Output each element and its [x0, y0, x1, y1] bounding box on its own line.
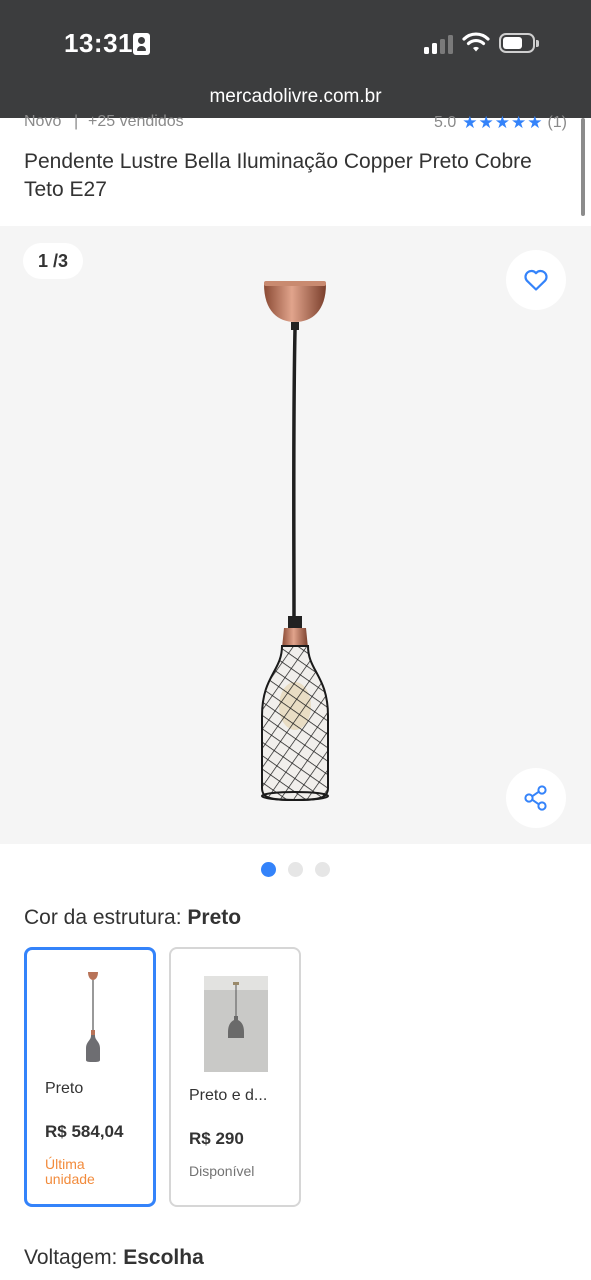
wifi-icon	[462, 31, 490, 58]
variant-thumbnail	[86, 972, 100, 1062]
rating-value: 5.0	[433, 114, 457, 131]
address-bar-url[interactable]: mercadolivre.com.br	[0, 86, 591, 108]
battery-icon	[499, 33, 539, 53]
favorite-button[interactable]	[506, 250, 566, 310]
product-image-gallery[interactable]: 1 /3	[0, 226, 591, 844]
product-condition: Novo	[24, 113, 62, 130]
pagination-dot-3[interactable]	[315, 862, 330, 877]
rating-count: (1)	[547, 114, 567, 131]
color-selector-label: Cor da estrutura: Preto	[24, 906, 241, 930]
sold-count: +25 vendidos	[88, 113, 184, 130]
variant-price: R$ 584,04	[45, 1122, 124, 1141]
color-selected-value: Preto	[187, 906, 242, 929]
variant-card-preto[interactable]: Preto R$ 584,04 Última unidade	[24, 947, 156, 1207]
status-time: 13:31	[64, 28, 133, 58]
browser-status-bar: 13:31 mercadolivre.com.br	[0, 0, 591, 118]
voltage-label-text: Voltagem:	[24, 1246, 124, 1269]
contact-card-icon	[133, 33, 150, 55]
image-counter: 1 /3	[23, 243, 83, 279]
cellular-signal-icon	[424, 34, 454, 54]
variant-name: Preto e d...	[189, 1087, 268, 1104]
variant-price: R$ 290	[189, 1129, 244, 1148]
share-button[interactable]	[506, 768, 566, 828]
variant-thumbnail	[204, 976, 268, 1072]
product-meta-row: Novo | +25 vendidos 5.0 ★★★★★ (1)	[24, 113, 567, 135]
voltage-selector-label: Voltagem: Escolha	[24, 1246, 204, 1270]
rating-stars-icon: ★★★★★	[462, 113, 544, 132]
variant-stock-status: Disponível	[189, 1163, 255, 1179]
variant-name: Preto	[45, 1080, 84, 1097]
variant-stock-status: Última unidade	[45, 1156, 95, 1187]
gallery-pagination	[0, 862, 591, 878]
meta-separator: |	[74, 113, 79, 130]
product-rating[interactable]: 5.0 ★★★★★ (1)	[434, 113, 567, 133]
variant-card-preto-e-dourado[interactable]: Preto e d... R$ 290 Disponível	[169, 947, 301, 1207]
voltage-selected-value: Escolha	[123, 1246, 204, 1269]
page-scrollbar[interactable]	[581, 118, 585, 216]
pagination-dot-1[interactable]	[261, 862, 276, 877]
color-label-text: Cor da estrutura:	[24, 906, 188, 929]
share-icon	[524, 785, 547, 811]
heart-icon	[524, 269, 548, 291]
product-photo	[261, 281, 329, 802]
product-title: Pendente Lustre Bella Iluminação Copper …	[24, 150, 532, 201]
pagination-dot-2[interactable]	[288, 862, 303, 877]
